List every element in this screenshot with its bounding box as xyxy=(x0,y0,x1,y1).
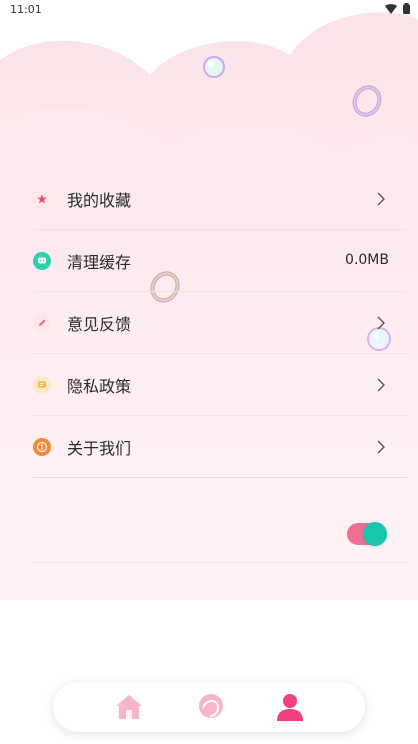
toggle-row xyxy=(33,480,407,563)
bottom-tab-bar xyxy=(53,682,365,732)
chevron-right-icon xyxy=(377,440,385,454)
menu-item-label: 意见反馈 xyxy=(67,315,132,334)
settings-menu: 我的收藏 清理缓存 0.0MB 意见反馈 隐私政策 关于我们 xyxy=(33,168,407,478)
chat-icon xyxy=(33,252,51,270)
menu-item-clear-cache[interactable]: 清理缓存 0.0MB xyxy=(33,230,407,292)
star-icon xyxy=(33,190,51,208)
menu-item-feedback[interactable]: 意见反馈 xyxy=(33,292,407,354)
cache-size-value: 0.0MB xyxy=(345,252,389,268)
menu-item-label: 我的收藏 xyxy=(67,191,132,210)
chevron-right-icon xyxy=(377,316,385,330)
menu-item-label: 清理缓存 xyxy=(67,253,132,272)
person-icon[interactable] xyxy=(274,691,306,723)
message-icon xyxy=(33,376,51,394)
status-bar: 11:01 xyxy=(0,0,418,20)
wifi-icon xyxy=(385,3,397,14)
toggle-switch[interactable] xyxy=(347,522,387,546)
home-icon[interactable] xyxy=(113,691,145,723)
bubble-decoration xyxy=(203,56,225,78)
pen-icon xyxy=(33,314,51,332)
chevron-right-icon xyxy=(377,378,385,392)
menu-item-label: 隐私政策 xyxy=(67,377,132,396)
ring-decoration xyxy=(352,85,382,117)
info-icon xyxy=(33,438,51,456)
menu-item-label: 关于我们 xyxy=(67,439,132,458)
menu-item-about-us[interactable]: 关于我们 xyxy=(33,416,407,478)
menu-item-favorites[interactable]: 我的收藏 xyxy=(33,168,407,230)
battery-icon xyxy=(403,3,410,14)
chevron-right-icon xyxy=(377,192,385,206)
face-profile-icon[interactable] xyxy=(194,691,226,723)
menu-item-privacy-policy[interactable]: 隐私政策 xyxy=(33,354,407,416)
status-time: 11:01 xyxy=(10,3,42,16)
toggle-knob xyxy=(363,522,387,546)
